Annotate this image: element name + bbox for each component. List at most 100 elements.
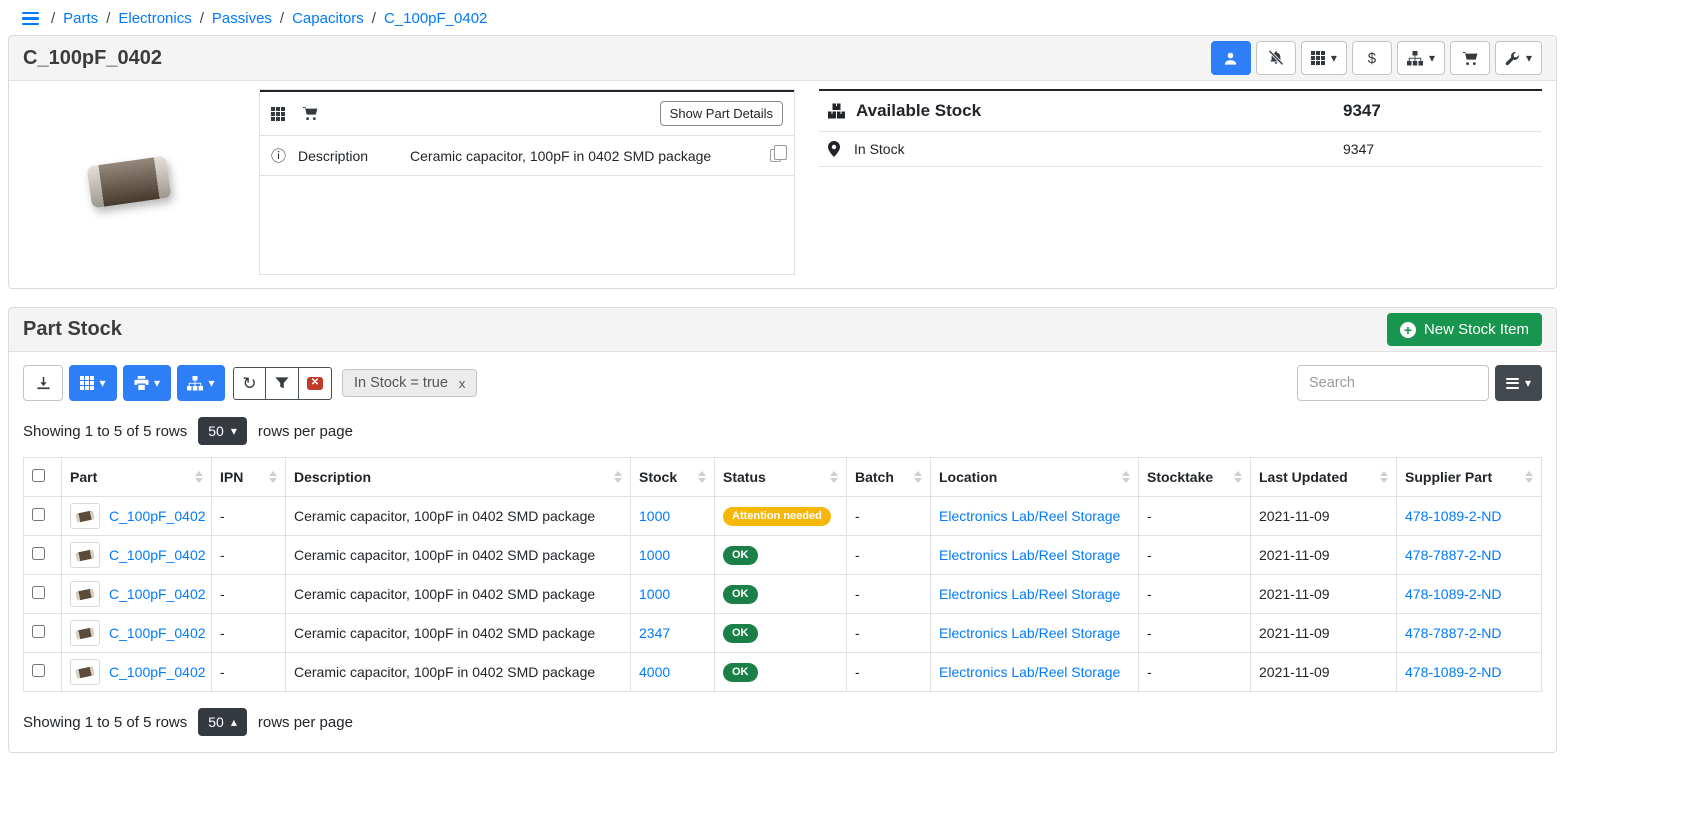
part-link[interactable]: C_100pF_0402 — [109, 508, 206, 524]
page-size-dropdown[interactable]: 50 ▾ — [198, 417, 247, 445]
row-checkbox[interactable] — [32, 547, 45, 560]
available-stock-total: 9347 — [1343, 101, 1533, 121]
location-link[interactable]: Electronics Lab/Reel Storage — [939, 508, 1120, 524]
sort-icon — [908, 471, 922, 483]
part-settings-button[interactable]: ▾ — [1495, 41, 1542, 75]
showing-rows-text: Showing 1 to 5 of 5 rows — [23, 423, 187, 440]
part-link[interactable]: C_100pF_0402 — [109, 586, 206, 602]
chevron-down-icon: ▾ — [1526, 52, 1532, 64]
location-link[interactable]: Electronics Lab/Reel Storage — [939, 586, 1120, 602]
status-badge: Attention needed — [723, 507, 831, 526]
chevron-down-icon: ▾ — [99, 377, 105, 389]
stock-row: C_100pF_0402 - Ceramic capacitor, 100pF … — [24, 653, 1542, 692]
info-icon: ⓘ — [271, 145, 286, 166]
location-link[interactable]: Electronics Lab/Reel Storage — [939, 625, 1120, 641]
search-input[interactable] — [1297, 365, 1489, 401]
supplier-part-link[interactable]: 478-7887-2-ND — [1405, 625, 1502, 641]
part-image[interactable] — [23, 89, 235, 274]
stock-quantity-link[interactable]: 1000 — [639, 586, 670, 602]
table-header-row: Part IPN Description Stock Status Batch … — [24, 458, 1542, 497]
sort-icon — [263, 471, 277, 483]
location-link[interactable]: Electronics Lab/Reel Storage — [939, 547, 1120, 563]
row-checkbox[interactable] — [32, 625, 45, 638]
column-header-stock[interactable]: Stock — [631, 458, 715, 497]
sort-icon — [608, 471, 622, 483]
select-all-checkbox[interactable] — [32, 469, 45, 482]
location-link[interactable]: Electronics Lab/Reel Storage — [939, 664, 1120, 680]
copy-icon[interactable] — [770, 149, 781, 162]
column-header-last-updated[interactable]: Last Updated — [1251, 458, 1397, 497]
status-badge: OK — [723, 585, 758, 604]
page-size-value: 50 — [208, 714, 224, 730]
capacitor-photo — [86, 155, 171, 208]
part-thumbnail — [70, 581, 100, 607]
part-link[interactable]: C_100pF_0402 — [109, 547, 206, 563]
part-overview-body: Show Part Details ⓘ Description Ceramic … — [9, 81, 1556, 288]
column-header-stocktake[interactable]: Stocktake — [1139, 458, 1251, 497]
column-header-description[interactable]: Description — [286, 458, 631, 497]
row-checkbox[interactable] — [32, 664, 45, 677]
column-header-location[interactable]: Location — [931, 458, 1139, 497]
breadcrumb-link-capacitors[interactable]: Capacitors — [292, 10, 364, 27]
breadcrumb-link-passives[interactable]: Passives — [212, 10, 272, 27]
breadcrumb-link-current-part[interactable]: C_100pF_0402 — [384, 10, 487, 27]
page-title: C_100pF_0402 — [23, 47, 162, 70]
filter-icon — [275, 376, 289, 390]
stock-quantity-link[interactable]: 4000 — [639, 664, 670, 680]
part-stock-header-bar: Part Stock + New Stock Item — [9, 308, 1556, 352]
row-checkbox[interactable] — [32, 508, 45, 521]
stock-quantity-link[interactable]: 2347 — [639, 625, 670, 641]
part-link[interactable]: C_100pF_0402 — [109, 664, 206, 680]
menu-icon[interactable] — [22, 12, 39, 26]
show-part-details-button[interactable]: Show Part Details — [660, 101, 783, 126]
subscribed-user-button[interactable] — [1211, 41, 1251, 75]
clear-filters-button[interactable]: ✕ — [299, 367, 332, 400]
part-details-card: Show Part Details ⓘ Description Ceramic … — [259, 89, 795, 275]
display-options-button[interactable]: ▾ — [1301, 41, 1347, 75]
stock-row: C_100pF_0402 - Ceramic capacitor, 100pF … — [24, 536, 1542, 575]
column-header-batch[interactable]: Batch — [847, 458, 931, 497]
column-header-supplier-part[interactable]: Supplier Part — [1397, 458, 1542, 497]
refresh-button[interactable]: ↻ — [233, 367, 266, 400]
stock-quantity-link[interactable]: 1000 — [639, 547, 670, 563]
part-thumbnail — [70, 542, 100, 568]
part-stock-body: ▾ ▾ ▾ ↻ — [9, 352, 1556, 752]
stock-quantity-link[interactable]: 1000 — [639, 508, 670, 524]
new-stock-item-button[interactable]: + New Stock Item — [1387, 313, 1542, 346]
part-overview-panel: C_100pF_0402 ▾ — [8, 35, 1557, 289]
description-label: Description — [298, 148, 398, 164]
unsubscribe-button[interactable] — [1256, 41, 1296, 75]
row-checkbox[interactable] — [32, 586, 45, 599]
stock-row: C_100pF_0402 - Ceramic capacitor, 100pF … — [24, 497, 1542, 536]
available-stock-card: Available Stock 9347 In Stock 9347 — [819, 89, 1542, 167]
supplier-part-link[interactable]: 478-1089-2-ND — [1405, 664, 1502, 680]
remove-filter-icon[interactable]: x — [459, 376, 466, 391]
column-header-status[interactable]: Status — [715, 458, 847, 497]
sort-icon — [824, 471, 838, 483]
page-size-dropdown[interactable]: 50 ▴ — [198, 708, 247, 736]
part-link[interactable]: C_100pF_0402 — [109, 625, 206, 641]
supplier-part-link[interactable]: 478-7887-2-ND — [1405, 547, 1502, 563]
filter-chip-label: In Stock = true — [354, 375, 448, 391]
breadcrumb-separator: / — [106, 10, 110, 27]
list-icon — [1506, 378, 1519, 389]
filter-button[interactable] — [266, 367, 299, 400]
stock-options-dropdown-button[interactable]: ▾ — [177, 365, 225, 401]
breadcrumb-link-electronics[interactable]: Electronics — [118, 10, 191, 27]
user-icon — [1223, 51, 1238, 66]
part-actions-toolbar: ▾ $ ▾ — [1211, 41, 1542, 75]
supplier-part-link[interactable]: 478-1089-2-ND — [1405, 508, 1502, 524]
in-stock-label: In Stock — [854, 141, 905, 157]
order-actions-button[interactable] — [1450, 41, 1490, 75]
column-header-part[interactable]: Part — [62, 458, 212, 497]
download-button[interactable] — [23, 365, 63, 401]
columns-dropdown-button[interactable]: ▾ — [69, 365, 117, 401]
print-dropdown-button[interactable]: ▾ — [123, 365, 171, 401]
table-format-dropdown-button[interactable]: ▾ — [1495, 365, 1542, 401]
column-header-ipn[interactable]: IPN — [212, 458, 286, 497]
pricing-button[interactable]: $ — [1352, 41, 1392, 75]
stock-actions-button[interactable]: ▾ — [1397, 41, 1445, 75]
part-thumbnail — [70, 620, 100, 646]
breadcrumb-link-parts[interactable]: Parts — [63, 10, 98, 27]
supplier-part-link[interactable]: 478-1089-2-ND — [1405, 586, 1502, 602]
